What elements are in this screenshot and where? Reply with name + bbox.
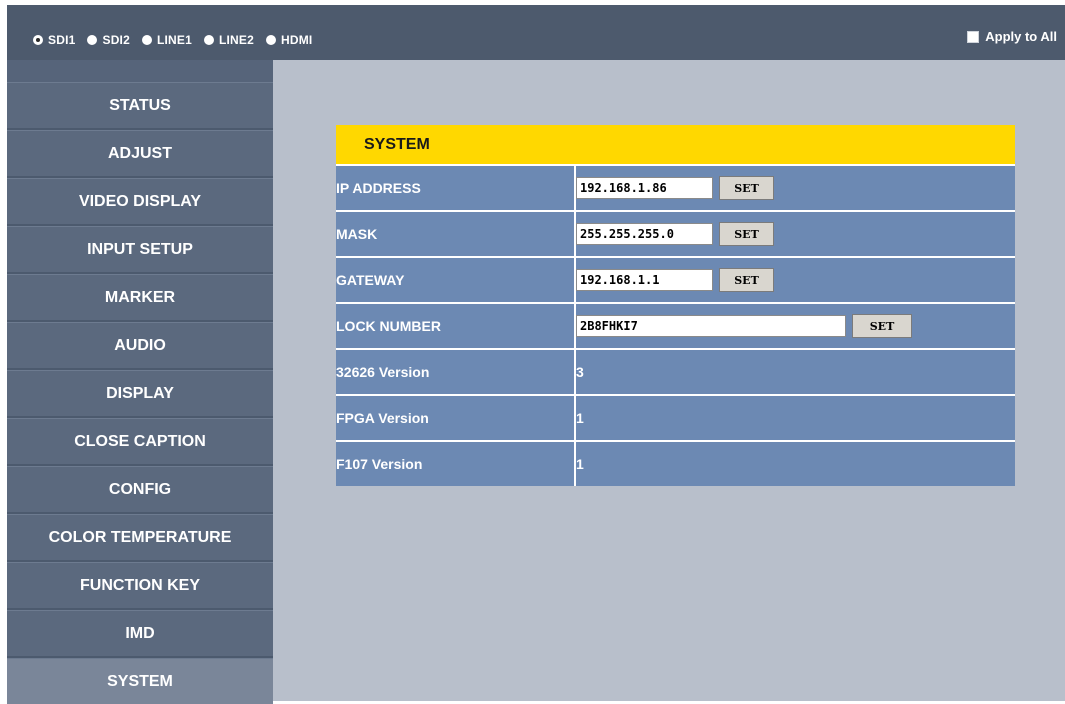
sidebar-item-display[interactable]: DISPLAY bbox=[7, 370, 273, 416]
table-row: FPGA Version 1 bbox=[336, 394, 1015, 440]
system-table: IP ADDRESS 192.168.1.86 SET MASK 255.255… bbox=[336, 164, 1015, 486]
gateway-label: GATEWAY bbox=[336, 256, 576, 302]
sidebar-item-audio[interactable]: AUDIO bbox=[7, 322, 273, 368]
table-row: GATEWAY 192.168.1.1 SET bbox=[336, 256, 1015, 302]
mask-label: MASK bbox=[336, 210, 576, 256]
radio-unchecked-icon bbox=[141, 35, 152, 45]
f107-version-label: F107 Version bbox=[336, 440, 576, 486]
apply-to-all-toggle[interactable]: Apply to All bbox=[967, 29, 1057, 44]
lock-number-label: LOCK NUMBER bbox=[336, 302, 576, 348]
f107-version-value: 1 bbox=[576, 440, 1015, 486]
radio-sdi2[interactable]: SDI2 bbox=[87, 33, 130, 47]
ip-address-set-button[interactable]: SET bbox=[719, 176, 774, 200]
ip-address-input[interactable]: 192.168.1.86 bbox=[576, 177, 713, 199]
input-source-group: SDI1 SDI2 LINE1 LINE2 HDMI bbox=[33, 33, 324, 47]
sidebar-nav: STATUS ADJUST VIDEO DISPLAY INPUT SETUP … bbox=[7, 60, 273, 704]
sidebar-item-adjust[interactable]: ADJUST bbox=[7, 130, 273, 176]
fpga-version-label: FPGA Version bbox=[336, 394, 576, 440]
table-row: 32626 Version 3 bbox=[336, 348, 1015, 394]
sidebar-item-imd[interactable]: IMD bbox=[7, 610, 273, 656]
table-row: F107 Version 1 bbox=[336, 440, 1015, 486]
sidebar-item-status[interactable]: STATUS bbox=[7, 82, 273, 128]
radio-label: LINE2 bbox=[218, 33, 254, 47]
apply-to-all-label: Apply to All bbox=[985, 29, 1057, 44]
radio-unchecked-icon bbox=[87, 35, 98, 45]
sidebar-item-system[interactable]: SYSTEM bbox=[7, 658, 273, 704]
table-row: MASK 255.255.255.0 SET bbox=[336, 210, 1015, 256]
table-row: IP ADDRESS 192.168.1.86 SET bbox=[336, 164, 1015, 210]
sidebar-item-input-setup[interactable]: INPUT SETUP bbox=[7, 226, 273, 272]
radio-label: HDMI bbox=[281, 33, 313, 47]
radio-label: SDI2 bbox=[102, 33, 130, 47]
radio-line2[interactable]: LINE2 bbox=[203, 33, 254, 47]
radio-line1[interactable]: LINE1 bbox=[141, 33, 192, 47]
version-32626-label: 32626 Version bbox=[336, 348, 576, 394]
radio-label: SDI1 bbox=[48, 33, 76, 47]
radio-hdmi[interactable]: HDMI bbox=[266, 33, 312, 47]
apply-to-all-checkbox[interactable] bbox=[967, 30, 980, 43]
version-32626-value: 3 bbox=[576, 348, 1015, 394]
mask-input[interactable]: 255.255.255.0 bbox=[576, 223, 713, 245]
sidebar-header bbox=[7, 60, 273, 82]
sidebar-item-color-temperature[interactable]: COLOR TEMPERATURE bbox=[7, 514, 273, 560]
radio-checked-icon bbox=[33, 35, 43, 45]
sidebar-item-function-key[interactable]: FUNCTION KEY bbox=[7, 562, 273, 608]
gateway-input[interactable]: 192.168.1.1 bbox=[576, 269, 713, 291]
lock-number-input[interactable]: 2B8FHKI7 bbox=[576, 315, 846, 337]
sidebar-item-video-display[interactable]: VIDEO DISPLAY bbox=[7, 178, 273, 224]
main-content: SYSTEM IP ADDRESS 192.168.1.86 SET MASK … bbox=[273, 60, 1065, 701]
radio-label: LINE1 bbox=[156, 33, 192, 47]
mask-set-button[interactable]: SET bbox=[719, 222, 774, 246]
fpga-version-value: 1 bbox=[576, 394, 1015, 440]
panel-title: SYSTEM bbox=[336, 125, 1015, 164]
radio-sdi1[interactable]: SDI1 bbox=[33, 33, 75, 47]
radio-unchecked-icon bbox=[266, 35, 276, 45]
system-panel: SYSTEM IP ADDRESS 192.168.1.86 SET MASK … bbox=[336, 125, 1015, 486]
sidebar-item-config[interactable]: CONFIG bbox=[7, 466, 273, 512]
gateway-set-button[interactable]: SET bbox=[719, 268, 774, 292]
radio-unchecked-icon bbox=[203, 35, 214, 45]
ip-address-label: IP ADDRESS bbox=[336, 164, 576, 210]
lock-number-set-button[interactable]: SET bbox=[852, 314, 912, 338]
table-row: LOCK NUMBER 2B8FHKI7 SET bbox=[336, 302, 1015, 348]
sidebar-item-close-caption[interactable]: CLOSE CAPTION bbox=[7, 418, 273, 464]
sidebar-item-marker[interactable]: MARKER bbox=[7, 274, 273, 320]
top-bar: SDI1 SDI2 LINE1 LINE2 HDMI Apply to All bbox=[7, 5, 1065, 60]
